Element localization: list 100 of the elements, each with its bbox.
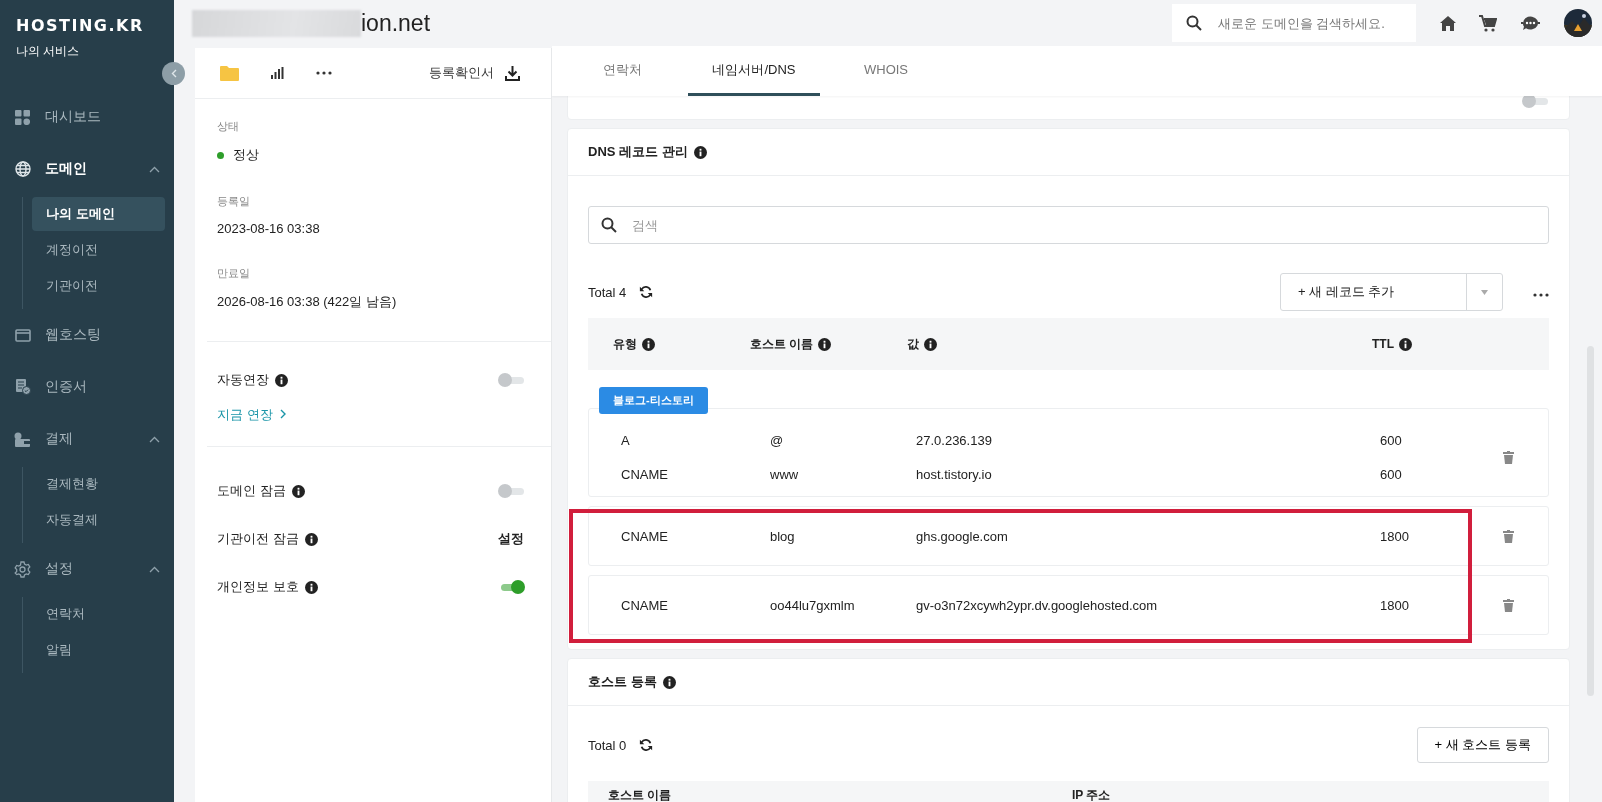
setting-label: 도메인 잠금 bbox=[217, 482, 286, 500]
record-count: Total 4 bbox=[588, 284, 627, 300]
refresh-icon[interactable] bbox=[639, 738, 654, 752]
chevron-right-icon bbox=[279, 409, 286, 419]
table-cell-text: 600 bbox=[1380, 466, 1403, 482]
column-header: 호스트 이름 bbox=[750, 335, 814, 353]
table-cell-text: 1800 bbox=[1380, 528, 1410, 544]
table-cell-text: @ bbox=[770, 432, 785, 448]
table-cell-text: A bbox=[621, 432, 631, 448]
grid-icon bbox=[15, 109, 30, 125]
more-icon[interactable] bbox=[1533, 292, 1549, 297]
setting-label: 기관이전 잠금 bbox=[217, 530, 299, 548]
sidebar-subitem[interactable]: 계정이전 bbox=[32, 233, 165, 267]
table-cell-text: www bbox=[770, 466, 800, 482]
sidebar-item[interactable]: 설정 bbox=[45, 560, 135, 578]
settings-icon bbox=[14, 560, 31, 578]
search-field[interactable]: 검색 bbox=[588, 206, 1549, 244]
info-icon bbox=[693, 145, 707, 159]
table-cell-text: ghs.google.com bbox=[916, 528, 1009, 544]
toggle-switch[interactable] bbox=[498, 484, 525, 498]
record-search-input[interactable]: 검색 bbox=[630, 216, 1548, 234]
sidebar-subitem[interactable]: 결제현황 bbox=[32, 467, 165, 501]
column-header: 호스트 이름 bbox=[608, 787, 673, 802]
sidebar-subitem[interactable]: 나의 도메인 bbox=[32, 197, 165, 231]
sidebar-item[interactable]: 결제 bbox=[45, 430, 135, 448]
card-title: 호스트 등록 bbox=[588, 673, 657, 691]
info-icon bbox=[924, 337, 937, 351]
field-label: 등록일 bbox=[217, 194, 251, 209]
domain-title: ion.net bbox=[361, 9, 432, 37]
sidebar-item[interactable]: 웹호스팅 bbox=[45, 326, 160, 344]
table-cell-text: blog bbox=[770, 528, 796, 544]
sidebar-subtitle: 나의 서비스 bbox=[16, 44, 80, 59]
field-label: 만료일 bbox=[217, 266, 251, 281]
trash-icon[interactable] bbox=[1502, 450, 1514, 464]
more-icon[interactable] bbox=[316, 71, 332, 75]
cart-icon[interactable] bbox=[1479, 14, 1497, 32]
table-cell-text: 27.0.236.139 bbox=[916, 432, 993, 448]
chevron-up-icon[interactable] bbox=[149, 435, 160, 443]
table-cell-text: oo44lu7gxmlm bbox=[770, 597, 856, 613]
domain-search-input[interactable]: 새로운 도메인을 검색하세요. bbox=[1216, 14, 1416, 32]
home-icon[interactable] bbox=[1440, 15, 1456, 31]
caret-down-icon bbox=[1481, 289, 1488, 295]
chat-support-icon[interactable] bbox=[1520, 14, 1541, 32]
bar-chart-icon[interactable] bbox=[271, 67, 284, 79]
table-cell-text: gv-o3n72xcywh2ypr.dv.googlehosted.com bbox=[916, 597, 1159, 613]
column-header: 값 bbox=[907, 335, 919, 353]
sidebar-item[interactable]: 인증서 bbox=[45, 378, 160, 396]
info-icon bbox=[304, 532, 318, 546]
trash-icon[interactable] bbox=[1502, 529, 1514, 543]
table-cell-text: CNAME bbox=[621, 597, 669, 613]
info-icon bbox=[291, 484, 305, 498]
field-value: 2026-08-16 03:38 (422일 남음) bbox=[217, 293, 397, 311]
table-cell-text: CNAME bbox=[621, 528, 669, 544]
toggle-switch[interactable] bbox=[498, 373, 525, 387]
tab[interactable]: 연락처 bbox=[556, 46, 688, 96]
host-count: Total 0 bbox=[588, 737, 627, 753]
search-field[interactable]: 새로운 도메인을 검색하세요. bbox=[1172, 4, 1416, 42]
setting-label: 개인정보 보호 bbox=[217, 578, 299, 596]
info-icon bbox=[275, 373, 288, 387]
collapse-button[interactable] bbox=[162, 62, 185, 85]
table-cell-text: 1800 bbox=[1380, 597, 1410, 613]
table-cell-text: CNAME bbox=[621, 466, 669, 482]
globe-icon bbox=[14, 161, 31, 177]
search-icon bbox=[601, 217, 617, 233]
table-cell-text: host.tistory.io bbox=[916, 466, 993, 482]
field-value: 2023-08-16 03:38 bbox=[217, 221, 320, 236]
chevron-up-icon[interactable] bbox=[149, 565, 160, 573]
chevron-up-icon[interactable] bbox=[149, 165, 160, 173]
field-value: 정상 bbox=[233, 146, 259, 164]
sidebar-subitem[interactable]: 알림 bbox=[32, 633, 165, 667]
certificate-download-button[interactable]: 등록확인서 bbox=[429, 64, 520, 82]
add-host-button[interactable]: + 새 호스트 등록 bbox=[1416, 727, 1549, 763]
column-header: TTL bbox=[1372, 337, 1394, 351]
wallet-icon bbox=[14, 431, 31, 447]
sidebar-subitem[interactable]: 자동결제 bbox=[32, 503, 165, 537]
sidebar-item[interactable]: 대시보드 bbox=[45, 108, 160, 126]
info-icon bbox=[304, 580, 318, 594]
group-tag[interactable]: 블로그-티스토리 bbox=[599, 387, 708, 414]
info-icon bbox=[818, 337, 832, 351]
status-dot bbox=[217, 151, 224, 159]
setting-label: 자동연장 bbox=[217, 371, 269, 389]
browser-window-icon bbox=[14, 328, 31, 342]
renew-now-link[interactable]: 지금 연장 bbox=[195, 404, 308, 446]
column-header: IP 주소 bbox=[1072, 787, 1112, 802]
sidebar-subitem[interactable]: 연락처 bbox=[32, 597, 165, 631]
setup-link[interactable]: 설정 bbox=[498, 530, 524, 548]
logo[interactable]: HOSTING.KR bbox=[16, 16, 144, 35]
refresh-icon[interactable] bbox=[639, 285, 654, 299]
sidebar-subitem[interactable]: 기관이전 bbox=[32, 269, 165, 303]
table-cell-text: 600 bbox=[1380, 432, 1403, 448]
search-icon bbox=[1186, 15, 1202, 31]
column-header: 유형 bbox=[613, 335, 637, 353]
card-title: DNS 레코드 관리 bbox=[588, 143, 688, 161]
tab[interactable]: WHOIS bbox=[820, 46, 952, 96]
toggle-switch[interactable] bbox=[1522, 94, 1549, 108]
info-icon bbox=[1399, 337, 1412, 351]
download-icon bbox=[505, 65, 520, 81]
trash-icon[interactable] bbox=[1502, 598, 1514, 612]
sidebar-item[interactable]: 도메인 bbox=[45, 160, 135, 178]
info-icon bbox=[642, 337, 655, 351]
